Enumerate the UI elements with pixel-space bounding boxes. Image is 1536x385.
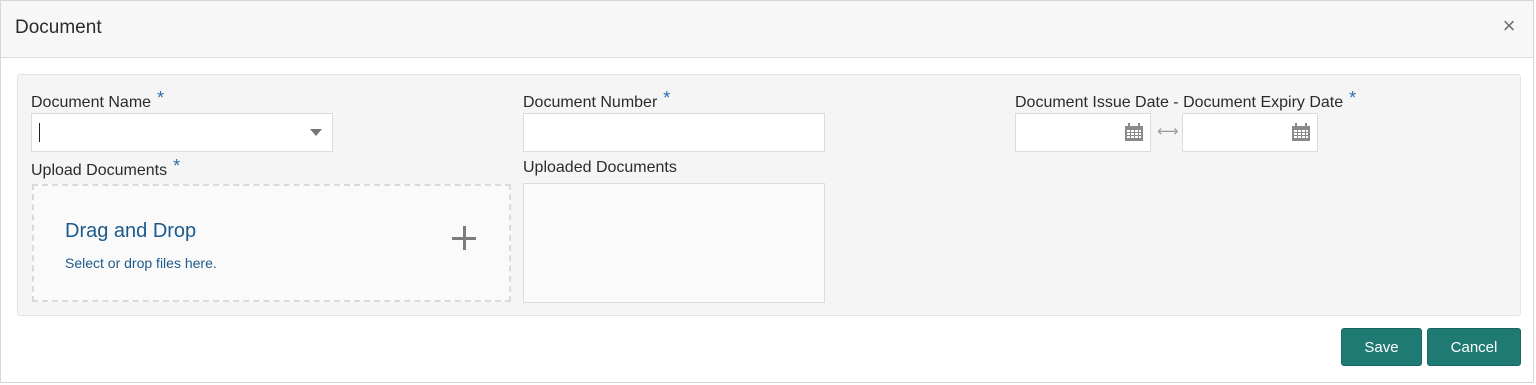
expiry-date-input[interactable] xyxy=(1182,113,1318,152)
form-panel: Document Name * Document Number * Document… xyxy=(17,74,1521,316)
uploaded-documents-list xyxy=(523,183,825,303)
dropzone-subtitle[interactable]: Select or drop files here. xyxy=(65,255,217,271)
dialog-header: Document × xyxy=(1,1,1533,58)
document-number-label-text: Document Number xyxy=(523,94,658,111)
document-name-label: Document Name * xyxy=(31,88,165,112)
dialog-title: Document xyxy=(15,17,102,38)
required-asterisk: * xyxy=(173,156,181,176)
document-number-label: Document Number * xyxy=(523,88,671,112)
date-range-label: Document Issue Date - Document Expiry Da… xyxy=(1015,88,1357,112)
calendar-icon[interactable] xyxy=(1291,123,1311,142)
required-asterisk: * xyxy=(157,88,165,108)
issue-date-input[interactable] xyxy=(1015,113,1151,152)
upload-documents-label: Upload Documents * xyxy=(31,156,181,180)
date-range-label-text: Document Issue Date - Document Expiry Da… xyxy=(1015,94,1344,111)
dropzone-title: Drag and Drop xyxy=(65,220,197,242)
plus-icon[interactable] xyxy=(452,226,476,250)
document-name-label-text: Document Name xyxy=(31,94,152,111)
required-asterisk: * xyxy=(663,88,671,108)
required-asterisk: * xyxy=(1349,88,1357,108)
document-dialog: Document × Document Name * Document Numbe… xyxy=(0,0,1534,383)
save-button[interactable]: Save xyxy=(1341,328,1422,366)
uploaded-documents-label: Uploaded Documents xyxy=(523,159,677,176)
document-name-select[interactable] xyxy=(31,113,333,152)
file-dropzone[interactable]: Drag and Drop Select or drop files here. xyxy=(32,184,511,302)
document-number-input[interactable] xyxy=(523,113,825,152)
calendar-icon[interactable] xyxy=(1124,123,1144,142)
text-cursor xyxy=(39,123,40,142)
dropdown-arrow-icon[interactable] xyxy=(310,129,322,136)
close-icon[interactable]: × xyxy=(1497,13,1521,39)
upload-documents-label-text: Upload Documents xyxy=(31,162,168,179)
range-arrow-icon: ⟷ xyxy=(1157,123,1179,140)
cancel-button[interactable]: Cancel xyxy=(1427,328,1521,366)
